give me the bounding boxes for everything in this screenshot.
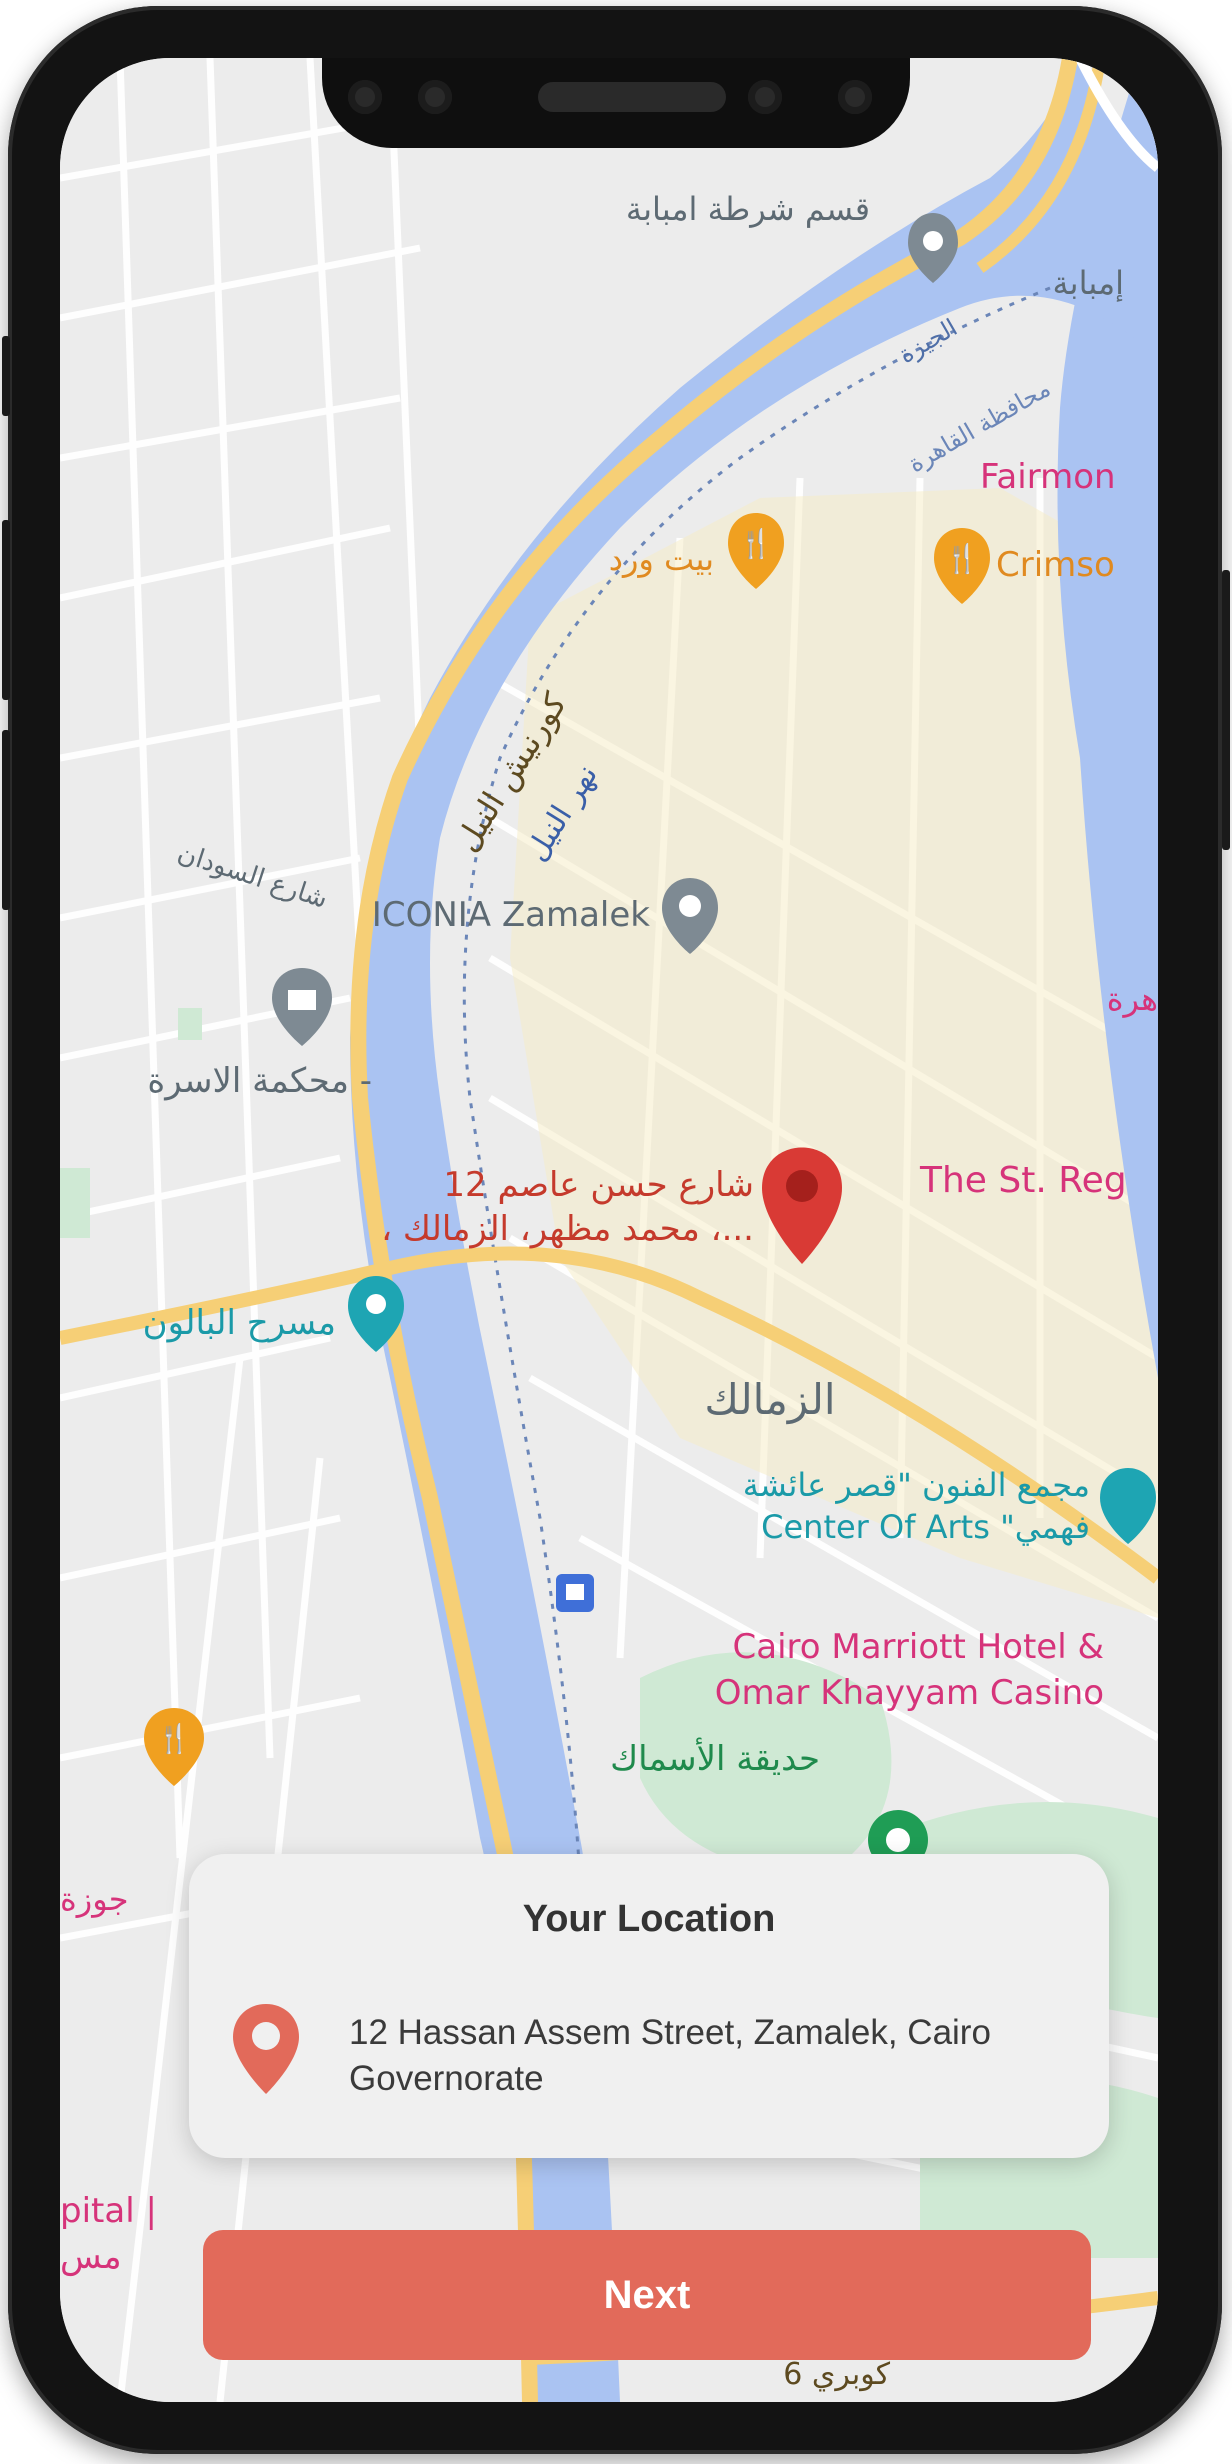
map-label-fairmont: Fairmon	[980, 457, 1116, 497]
camera-icon	[418, 80, 452, 114]
map-label-st-regis: The St. Reg	[919, 1160, 1127, 1201]
map-label-imbaba: إمبابة	[1053, 264, 1125, 302]
side-button-left-2	[2, 520, 10, 700]
map-label-crimson: Crimso	[996, 545, 1115, 585]
ferry-poi-icon[interactable]	[556, 1574, 594, 1612]
map-label-fish-garden: حديقة الأسماك	[610, 1737, 820, 1779]
svg-text:🍴: 🍴	[739, 527, 774, 560]
sensor-icon	[348, 80, 382, 114]
map-label-cairo-right: هرة	[1107, 980, 1158, 1018]
map-label-aisha-1: مجمع الفنون "قصر عائشة	[743, 1466, 1090, 1504]
map-pin-icon	[233, 2004, 299, 2094]
pin-address-label-1: 12 شارع حسن عاصم	[443, 1165, 754, 1205]
map-label-imbaba-police: قسم شرطة امبابة	[626, 190, 870, 228]
side-button-right	[1222, 570, 1230, 850]
map-label-agouza: جوزة	[60, 1880, 129, 1918]
map-label-kobri: كوبري 6	[783, 2357, 891, 2392]
svg-text:🍴: 🍴	[157, 1722, 192, 1755]
map-label-aisha-2: Center Of Arts "فهمي	[761, 1508, 1090, 1546]
map-label-iconia: ICONIA Zamalek	[372, 895, 651, 935]
location-card-title: Your Location	[522, 1898, 776, 1940]
map-label-hospital: pital |	[60, 2191, 157, 2231]
phone-notch	[322, 58, 910, 148]
map-label-hospital-ar: مس	[60, 2237, 122, 2277]
map-label-zamalek: الزمالك	[704, 1375, 835, 1424]
side-button-left-3	[2, 730, 10, 910]
map-label-family-court: محكمة الاسرة -	[147, 1061, 372, 1101]
pin-address-label-2: ، محمد مظهر، الزمالك ،...	[381, 1209, 754, 1249]
svg-text:🍴: 🍴	[945, 542, 980, 575]
map-label-balloon-theater: مسرح البالون	[143, 1303, 336, 1343]
camera-icon	[748, 80, 782, 114]
sensor-icon	[838, 80, 872, 114]
location-card: Your Location 12 Hassan Assem Street, Za…	[189, 1854, 1109, 2158]
location-address: 12 Hassan Assem Street, Zamalek, Cairo G…	[349, 2013, 991, 2098]
map-label-beit-ward: بيت ورد	[609, 540, 714, 578]
side-button-left-1	[2, 336, 10, 416]
next-button[interactable]: Next	[203, 2230, 1091, 2360]
speaker-grille	[538, 82, 726, 112]
map-label-marriott-2: Omar Khayyam Casino	[715, 1673, 1104, 1713]
map-label-marriott-1: Cairo Marriott Hotel &	[733, 1627, 1105, 1667]
